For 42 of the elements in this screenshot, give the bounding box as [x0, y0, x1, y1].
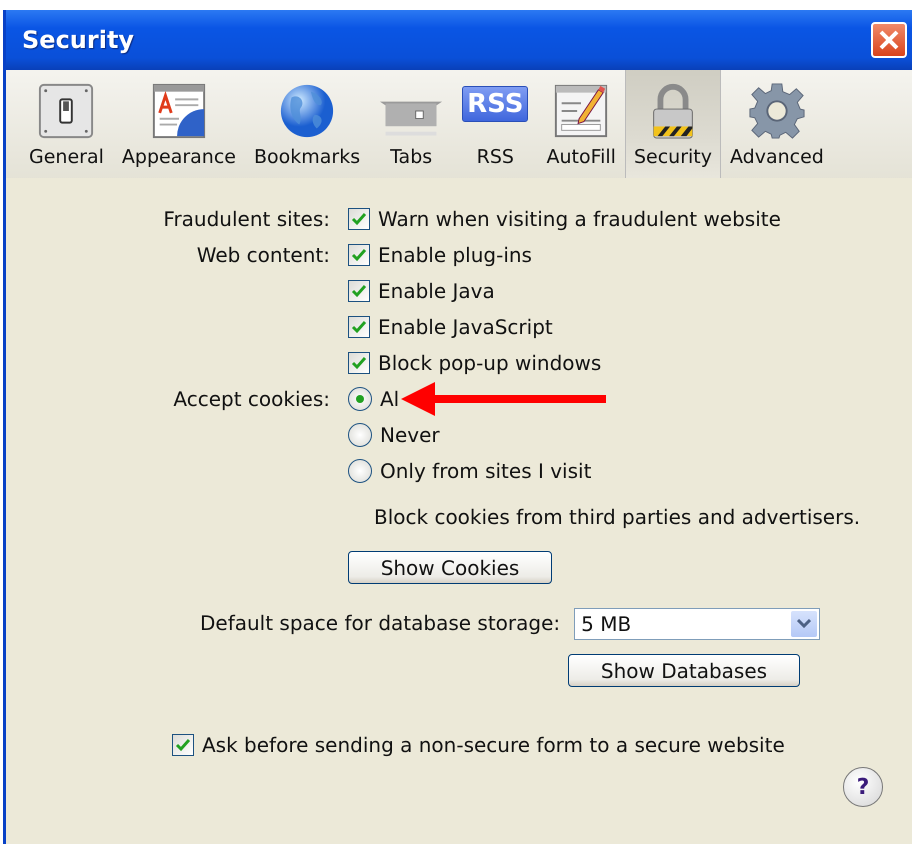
radio-label: Al — [380, 387, 400, 411]
show-cookies-button[interactable]: Show Cookies — [348, 551, 552, 584]
toolbar-tab[interactable]: AutoFill — [537, 70, 625, 178]
checkbox[interactable] — [348, 244, 370, 266]
radio-label: Only from sites I visit — [380, 459, 592, 483]
toolbar-tab[interactable]: RSS RSS — [453, 70, 538, 178]
close-button[interactable] — [871, 22, 907, 58]
checkbox[interactable] — [348, 352, 370, 374]
toolbar-tab[interactable]: Appearance — [112, 70, 245, 178]
feed-badge-icon: RSS — [462, 86, 528, 122]
toolbar-tab[interactable]: Security — [624, 70, 721, 178]
checkbox-label: Ask before sending a non-secure form to a secure website — [202, 733, 785, 757]
storage-label: Default space for database storage: — [200, 610, 560, 637]
window-title: Security — [22, 26, 134, 54]
checkbox-label: Block pop-up windows — [378, 351, 602, 375]
checkbox[interactable] — [348, 280, 370, 302]
section-label: Web content: — [196, 242, 331, 269]
storage-dropdown[interactable]: 5 MB — [574, 608, 820, 640]
close-icon — [878, 29, 900, 51]
help-button[interactable]: ? — [843, 767, 883, 807]
checkbox-label: Enable Java — [378, 279, 495, 303]
checkbox[interactable] — [172, 734, 194, 756]
toolbar-tab[interactable]: Tabs — [369, 70, 454, 178]
section-label: Accept cookies: — [172, 386, 331, 413]
checkbox-label: Enable JavaScript — [378, 315, 553, 339]
cookie-note: Block cookies from third parties and advertisers. — [374, 505, 862, 529]
checkbox[interactable] — [348, 316, 370, 338]
dropdown-caret-icon — [791, 611, 818, 637]
gear-icon — [748, 82, 806, 140]
checkbox[interactable] — [348, 208, 370, 230]
show-databases-button[interactable]: Show Databases — [568, 654, 800, 687]
switch-icon — [37, 82, 96, 140]
checkbox-label: Warn when visiting a fraudulent website — [378, 207, 781, 231]
section-label: Fraudulent sites: — [162, 206, 331, 233]
radio-label: Never — [380, 423, 440, 447]
toolbar-tab[interactable]: Bookmarks — [244, 70, 370, 178]
radio-button[interactable] — [348, 387, 372, 411]
toolbar-tab[interactable]: Advanced — [720, 70, 833, 178]
radio-button[interactable] — [348, 423, 372, 447]
radio-button[interactable] — [348, 459, 372, 483]
checkbox-label: Enable plug-ins — [378, 243, 532, 267]
toolbar-tab[interactable]: General — [20, 70, 113, 178]
